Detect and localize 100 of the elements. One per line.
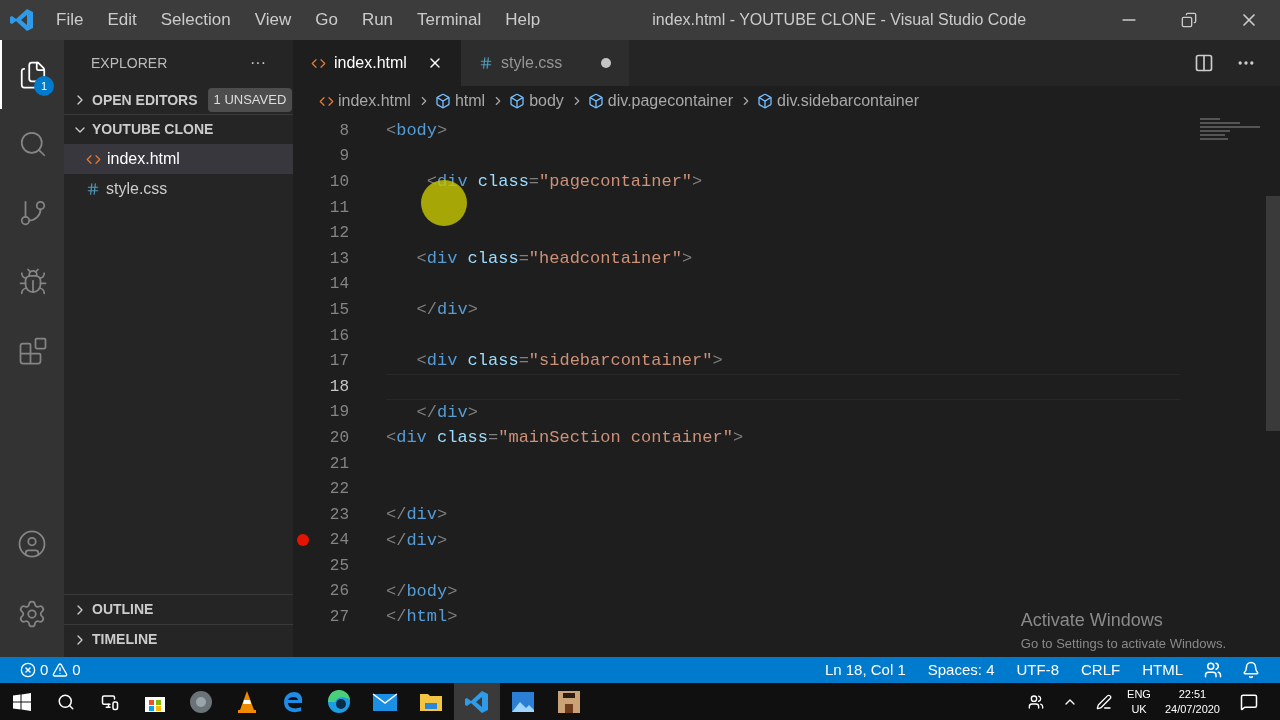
status-item[interactable]: Spaces: 4 xyxy=(916,658,1006,682)
vscode-logo-icon xyxy=(10,8,34,32)
line-number: 14 xyxy=(328,274,349,296)
bell-icon[interactable] xyxy=(1242,661,1260,679)
vscode-logo-icon xyxy=(465,689,489,714)
line-number: 25 xyxy=(328,555,349,577)
editor-tab[interactable]: index.html xyxy=(293,40,461,86)
more-actions-button[interactable]: ··· xyxy=(250,51,266,75)
line-number: 22 xyxy=(328,479,349,501)
line-number: 20 xyxy=(328,427,349,449)
error-icon xyxy=(20,662,36,678)
split-editor-icon[interactable] xyxy=(1194,53,1214,73)
settings-icon xyxy=(17,599,47,629)
line-number: 11 xyxy=(328,197,349,219)
cube-icon xyxy=(509,93,526,109)
code-line: </div> xyxy=(386,503,448,526)
code-line: </body> xyxy=(386,580,458,603)
explorer-entry[interactable]: style.css xyxy=(64,174,293,204)
status-item[interactable]: Ln 18, Col 1 xyxy=(813,658,917,682)
breadcrumb-item[interactable]: div.pagecontainer xyxy=(607,89,733,113)
account-icon xyxy=(17,529,47,559)
activation-text: Go to Settings to activate Windows. xyxy=(1020,634,1226,653)
minimap xyxy=(1200,118,1260,140)
code-line: <div class="headcontainer"> xyxy=(415,248,693,270)
section-title: OUTLINE xyxy=(92,600,154,619)
activation-title: Activate Windows xyxy=(1020,608,1164,632)
files-icon xyxy=(18,59,48,90)
explorer-entry[interactable]: index.html xyxy=(64,144,293,174)
cube-icon xyxy=(587,93,604,109)
clock[interactable]: 22:51 24/07/2020 xyxy=(1164,686,1220,717)
menu-item[interactable]: View xyxy=(242,7,304,33)
section-title: TIMELINE xyxy=(92,630,158,649)
mail-icon xyxy=(372,690,398,713)
section-title: OPEN EDITORS xyxy=(92,90,198,110)
section-title: YOUTUBE CLONE xyxy=(92,120,214,139)
status-item[interactable]: CRLF xyxy=(1070,658,1132,682)
line-number: 9 xyxy=(338,146,349,168)
status-item[interactable]: UTF-8 xyxy=(1005,658,1070,682)
line-number: 15 xyxy=(328,299,349,321)
line-number: 24 xyxy=(328,530,349,552)
section-header[interactable]: OPEN EDITORS 1 UNSAVED xyxy=(64,86,293,114)
notification-badge: 1 xyxy=(34,76,54,96)
bug-icon xyxy=(18,266,48,297)
line-number: 16 xyxy=(328,325,349,347)
code-line: </div> xyxy=(386,529,448,552)
people-icon[interactable] xyxy=(1028,693,1045,710)
line-number: 23 xyxy=(328,504,349,526)
problems-indicator[interactable]: 0 0 xyxy=(0,658,81,682)
blocks-icon xyxy=(18,335,48,366)
line-number: 21 xyxy=(328,453,349,475)
breadcrumb-item[interactable]: html xyxy=(454,89,486,113)
line-number: 27 xyxy=(328,607,349,629)
line-number: 10 xyxy=(328,172,349,193)
menu-item[interactable]: Run xyxy=(349,7,406,33)
search-icon[interactable] xyxy=(57,692,75,711)
editor-tab[interactable]: style.css xyxy=(461,40,629,86)
menu-item[interactable]: Go xyxy=(303,7,350,33)
breadcrumb-item[interactable]: div.sidebarcontainer xyxy=(777,89,919,113)
breadcrumb-item[interactable]: body xyxy=(529,89,564,113)
code-line: </html> xyxy=(386,606,458,629)
menu-item[interactable]: Help xyxy=(493,7,553,33)
line-number: 18 xyxy=(328,376,349,398)
line-number: 19 xyxy=(328,402,349,424)
menu-item[interactable]: Terminal xyxy=(405,7,494,33)
line-number: 26 xyxy=(328,581,349,603)
line-number: 13 xyxy=(328,248,349,270)
landscape-icon xyxy=(511,690,535,713)
pen-icon[interactable] xyxy=(1096,693,1113,710)
language-indicator[interactable]: ENG UK xyxy=(1127,686,1151,717)
menu-item[interactable]: File xyxy=(44,7,96,33)
restore-icon[interactable] xyxy=(1181,12,1197,28)
line-number: 8 xyxy=(338,120,349,142)
wave-icon xyxy=(327,689,351,714)
unsaved-badge: 1 UNSAVED xyxy=(207,88,293,112)
code-line: <div class="sidebarcontainer"> xyxy=(415,350,723,373)
disc-icon xyxy=(189,689,213,714)
cube-icon xyxy=(757,93,773,109)
hash-icon xyxy=(86,182,100,196)
cube-icon xyxy=(434,93,451,109)
code-line: <div class="mainSection container"> xyxy=(386,427,744,450)
code-line: </div> xyxy=(415,299,478,322)
traffic-cone-icon xyxy=(235,689,259,714)
task-view-icon[interactable] xyxy=(101,692,119,711)
notifications-icon[interactable] xyxy=(1240,692,1258,711)
figure-icon xyxy=(557,689,581,714)
status-item[interactable]: HTML xyxy=(1131,658,1194,682)
section-header[interactable]: OUTLINE xyxy=(64,594,293,624)
breadcrumb-item[interactable]: index.html xyxy=(338,89,411,113)
line-number: 17 xyxy=(328,351,349,373)
hash-icon xyxy=(479,56,493,70)
warning-icon xyxy=(52,662,69,678)
line-number: 12 xyxy=(328,223,349,245)
menu-item[interactable]: Selection xyxy=(148,7,243,33)
window-title: index.html - YOUTUBE CLONE - Visual Studio Code xyxy=(652,10,1028,30)
code-line: <body> xyxy=(386,120,448,143)
menu-item[interactable]: Edit xyxy=(95,7,149,33)
sidebar-title: EXPLORER xyxy=(91,53,168,73)
section-header[interactable]: TIMELINE xyxy=(64,624,293,654)
code-line: </div> xyxy=(415,401,478,424)
windows-logo-icon[interactable] xyxy=(13,692,31,711)
